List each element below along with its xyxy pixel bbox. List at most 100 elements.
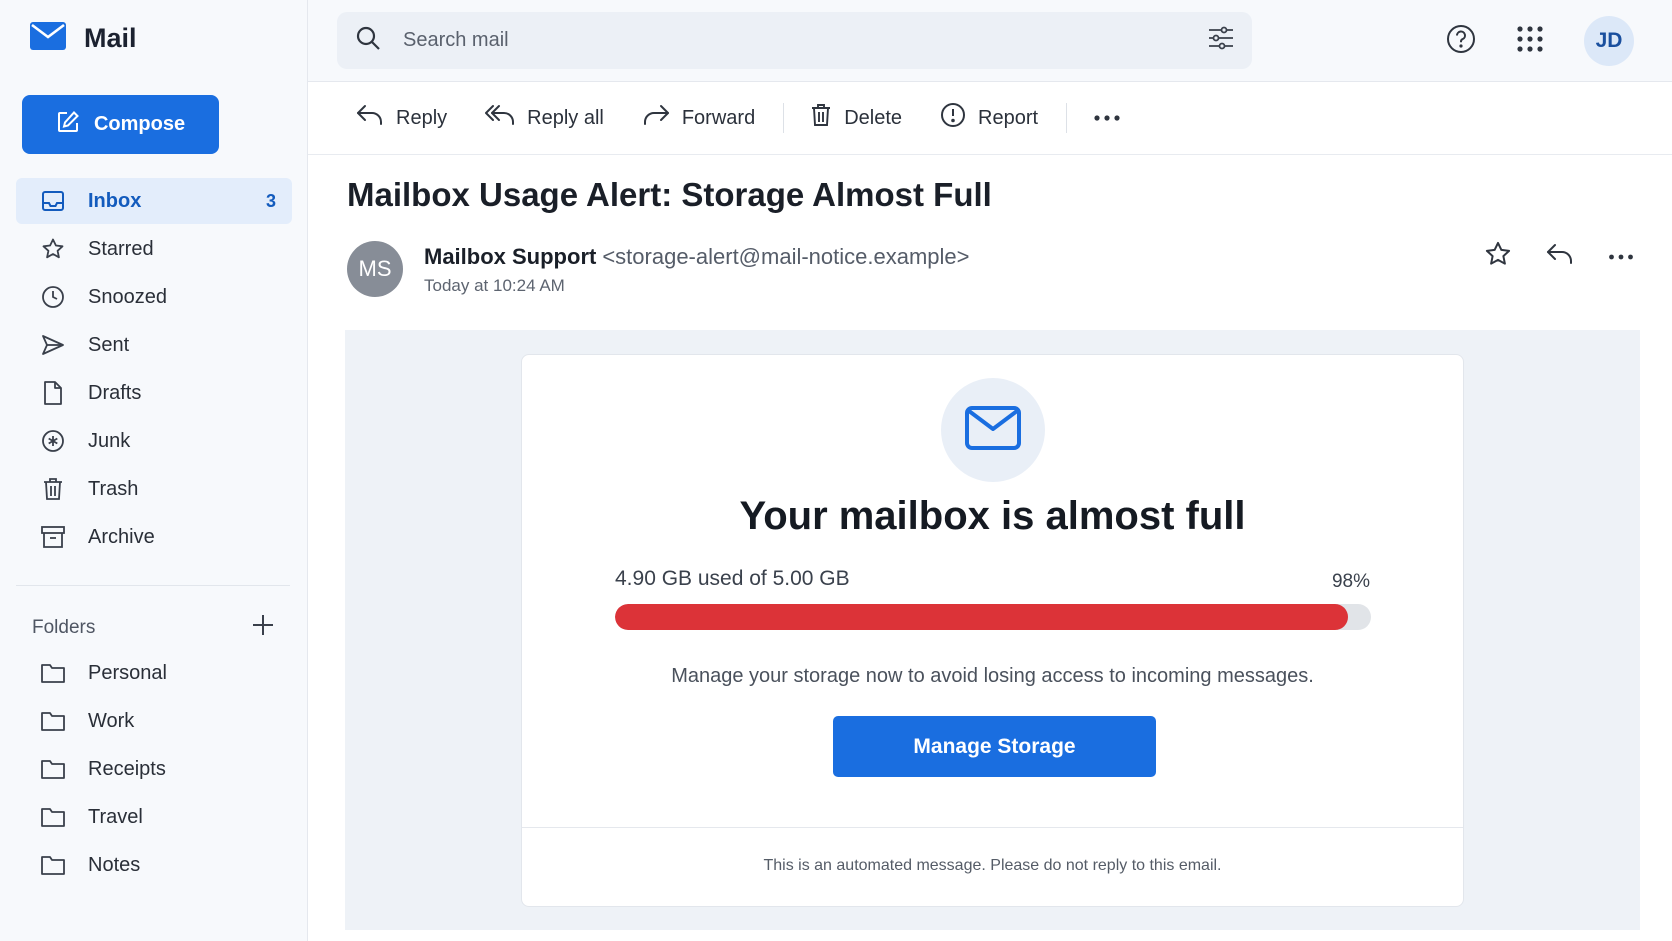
folders-header: Folders xyxy=(32,614,274,641)
apps-grid-icon[interactable] xyxy=(1516,25,1544,58)
sidebar-item-junk[interactable]: Junk xyxy=(16,418,292,464)
folder-icon xyxy=(40,756,66,782)
compose-label: Compose xyxy=(93,113,186,135)
sidebar-divider xyxy=(16,585,290,586)
sidebar-item-inbox[interactable]: Inbox 3 xyxy=(16,178,292,224)
reply-all-icon xyxy=(485,104,515,132)
storage-usage-percent: 98% xyxy=(1331,571,1370,592)
sidebar-item-archive[interactable]: Archive xyxy=(16,514,292,560)
mailbox-nav: Inbox 3 Starred Snoozed Sent Drafts Junk… xyxy=(16,178,292,562)
folder-label: Travel xyxy=(88,805,143,828)
trash-icon xyxy=(40,476,66,502)
unread-count-badge: 3 xyxy=(265,190,276,211)
sidebar-item-label: Inbox xyxy=(88,189,142,212)
junk-icon xyxy=(40,428,66,454)
forward-label: Forward xyxy=(681,106,756,129)
card-divider xyxy=(522,827,1463,828)
folder-icon xyxy=(40,852,66,878)
search-bar[interactable]: Search mail xyxy=(337,12,1252,69)
delete-button[interactable]: Delete xyxy=(810,103,902,133)
sender-info: Mailbox Support <storage-alert@mail-notic… xyxy=(424,244,970,270)
app-title: Mail xyxy=(84,23,137,53)
sidebar-item-label: Drafts xyxy=(88,381,142,404)
toolbar-divider xyxy=(1066,103,1068,133)
search-input[interactable]: Search mail xyxy=(403,29,1208,52)
reply-icon[interactable] xyxy=(1546,243,1574,270)
folder-label: Notes xyxy=(88,853,141,876)
filter-sliders-icon[interactable] xyxy=(1208,26,1234,55)
alert-message: Manage your storage now to avoid losing … xyxy=(671,665,1314,687)
report-label: Report xyxy=(978,106,1039,129)
reply-icon xyxy=(356,104,384,132)
folder-item-personal[interactable]: Personal xyxy=(16,650,292,696)
more-options-icon[interactable] xyxy=(1608,248,1634,266)
archive-icon xyxy=(40,524,66,550)
storage-progress-fill xyxy=(615,604,1349,630)
alert-heading: Your mailbox is almost full xyxy=(739,494,1246,538)
reply-all-label: Reply all xyxy=(527,106,604,129)
mail-logo-icon xyxy=(30,22,66,55)
star-icon[interactable] xyxy=(1484,240,1512,273)
folder-item-travel[interactable]: Travel xyxy=(16,794,292,840)
folder-icon xyxy=(40,804,66,830)
more-options-icon[interactable] xyxy=(1093,109,1121,127)
folder-label: Receipts xyxy=(88,757,166,780)
send-icon xyxy=(40,332,66,358)
envelope-icon xyxy=(965,405,1021,455)
sidebar-item-label: Trash xyxy=(88,477,139,500)
sender-avatar: MS xyxy=(347,241,403,297)
sender-name[interactable]: Mailbox Support xyxy=(424,244,596,269)
email-body: Your mailbox is almost full 4.90 GB used… xyxy=(345,330,1640,930)
compose-button[interactable]: Compose xyxy=(22,95,219,154)
delete-label: Delete xyxy=(844,106,903,129)
top-bar: Search mail JD xyxy=(308,0,1672,82)
reply-all-button[interactable]: Reply all xyxy=(485,104,604,132)
sidebar-item-snoozed[interactable]: Snoozed xyxy=(16,274,292,320)
sidebar-item-label: Archive xyxy=(88,525,155,548)
inbox-icon xyxy=(40,188,66,214)
folder-item-work[interactable]: Work xyxy=(16,698,292,744)
reply-button[interactable]: Reply xyxy=(356,104,447,132)
sidebar-item-sent[interactable]: Sent xyxy=(16,322,292,368)
forward-icon xyxy=(642,104,670,132)
alert-card: Your mailbox is almost full 4.90 GB used… xyxy=(521,354,1464,907)
clock-icon xyxy=(40,284,66,310)
message-actions xyxy=(1484,240,1634,273)
manage-storage-button[interactable]: Manage Storage xyxy=(833,716,1156,777)
search-icon xyxy=(355,25,381,56)
storage-usage-text: 4.90 GB used of 5.00 GB xyxy=(615,567,850,590)
report-button[interactable]: Report xyxy=(940,102,1038,134)
folder-item-notes[interactable]: Notes xyxy=(16,842,292,888)
folder-icon xyxy=(40,660,66,686)
sidebar-item-trash[interactable]: Trash xyxy=(16,466,292,512)
sidebar-item-label: Sent xyxy=(88,333,130,356)
forward-button[interactable]: Forward xyxy=(642,104,755,132)
folder-item-receipts[interactable]: Receipts xyxy=(16,746,292,792)
automated-footer-note: This is an automated message. Please do … xyxy=(763,857,1222,874)
brand[interactable]: Mail xyxy=(30,22,137,55)
sidebar-item-starred[interactable]: Starred xyxy=(16,226,292,272)
sidebar: Mail Compose Inbox 3 Starred Snoozed Sen… xyxy=(0,0,308,941)
message-subject: Mailbox Usage Alert: Storage Almost Full xyxy=(347,176,992,213)
folder-icon xyxy=(40,708,66,734)
storage-progress-bar xyxy=(615,604,1371,630)
folder-label: Work xyxy=(88,709,135,732)
alert-circle-icon xyxy=(940,102,966,134)
edit-icon xyxy=(56,110,80,140)
top-actions: JD xyxy=(1446,16,1634,66)
sidebar-item-label: Junk xyxy=(88,429,131,452)
sidebar-item-label: Snoozed xyxy=(88,285,167,308)
help-icon[interactable] xyxy=(1446,24,1476,59)
sidebar-item-label: Starred xyxy=(88,237,154,260)
folders-label: Folders xyxy=(32,616,96,638)
star-icon xyxy=(40,236,66,262)
message-timestamp: Today at 10:24 AM xyxy=(424,276,565,295)
sidebar-item-drafts[interactable]: Drafts xyxy=(16,370,292,416)
add-folder-icon[interactable] xyxy=(252,614,274,641)
folder-label: Personal xyxy=(88,661,167,684)
folder-list: Personal Work Receipts Travel Notes xyxy=(16,650,292,890)
user-avatar[interactable]: JD xyxy=(1584,16,1634,66)
draft-icon xyxy=(40,380,66,406)
envelope-badge xyxy=(941,378,1045,482)
sender-email: <storage-alert@mail-notice.example> xyxy=(602,244,970,269)
